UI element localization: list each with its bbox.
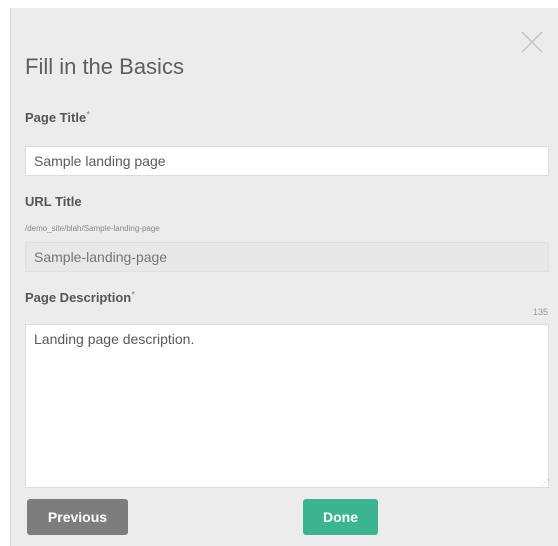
- page-description-label-text: Page Description: [25, 290, 132, 305]
- previous-button[interactable]: Previous: [27, 499, 128, 535]
- character-counter: 135: [532, 307, 548, 317]
- required-mark: *: [131, 290, 136, 301]
- url-title-input: [25, 242, 549, 272]
- page-description-textarea[interactable]: Landing page description.: [25, 324, 549, 488]
- required-mark: *: [86, 110, 91, 121]
- url-path: /demo_site/blah/Sample-landing-page: [25, 224, 160, 233]
- resize-grip-icon[interactable]: ⋰: [541, 478, 549, 487]
- page-title-label-text: Page Title: [25, 110, 87, 125]
- url-title-label: URL Title: [25, 194, 82, 209]
- page-description-label: Page Description*: [25, 290, 135, 305]
- done-button[interactable]: Done: [303, 499, 378, 535]
- close-icon[interactable]: [520, 30, 544, 54]
- fill-basics-dialog: Fill in the Basics Page Title* URL Title…: [10, 8, 558, 546]
- page-title-input[interactable]: [25, 146, 549, 176]
- page-title-label: Page Title*: [25, 110, 90, 125]
- dialog-title: Fill in the Basics: [25, 54, 184, 79]
